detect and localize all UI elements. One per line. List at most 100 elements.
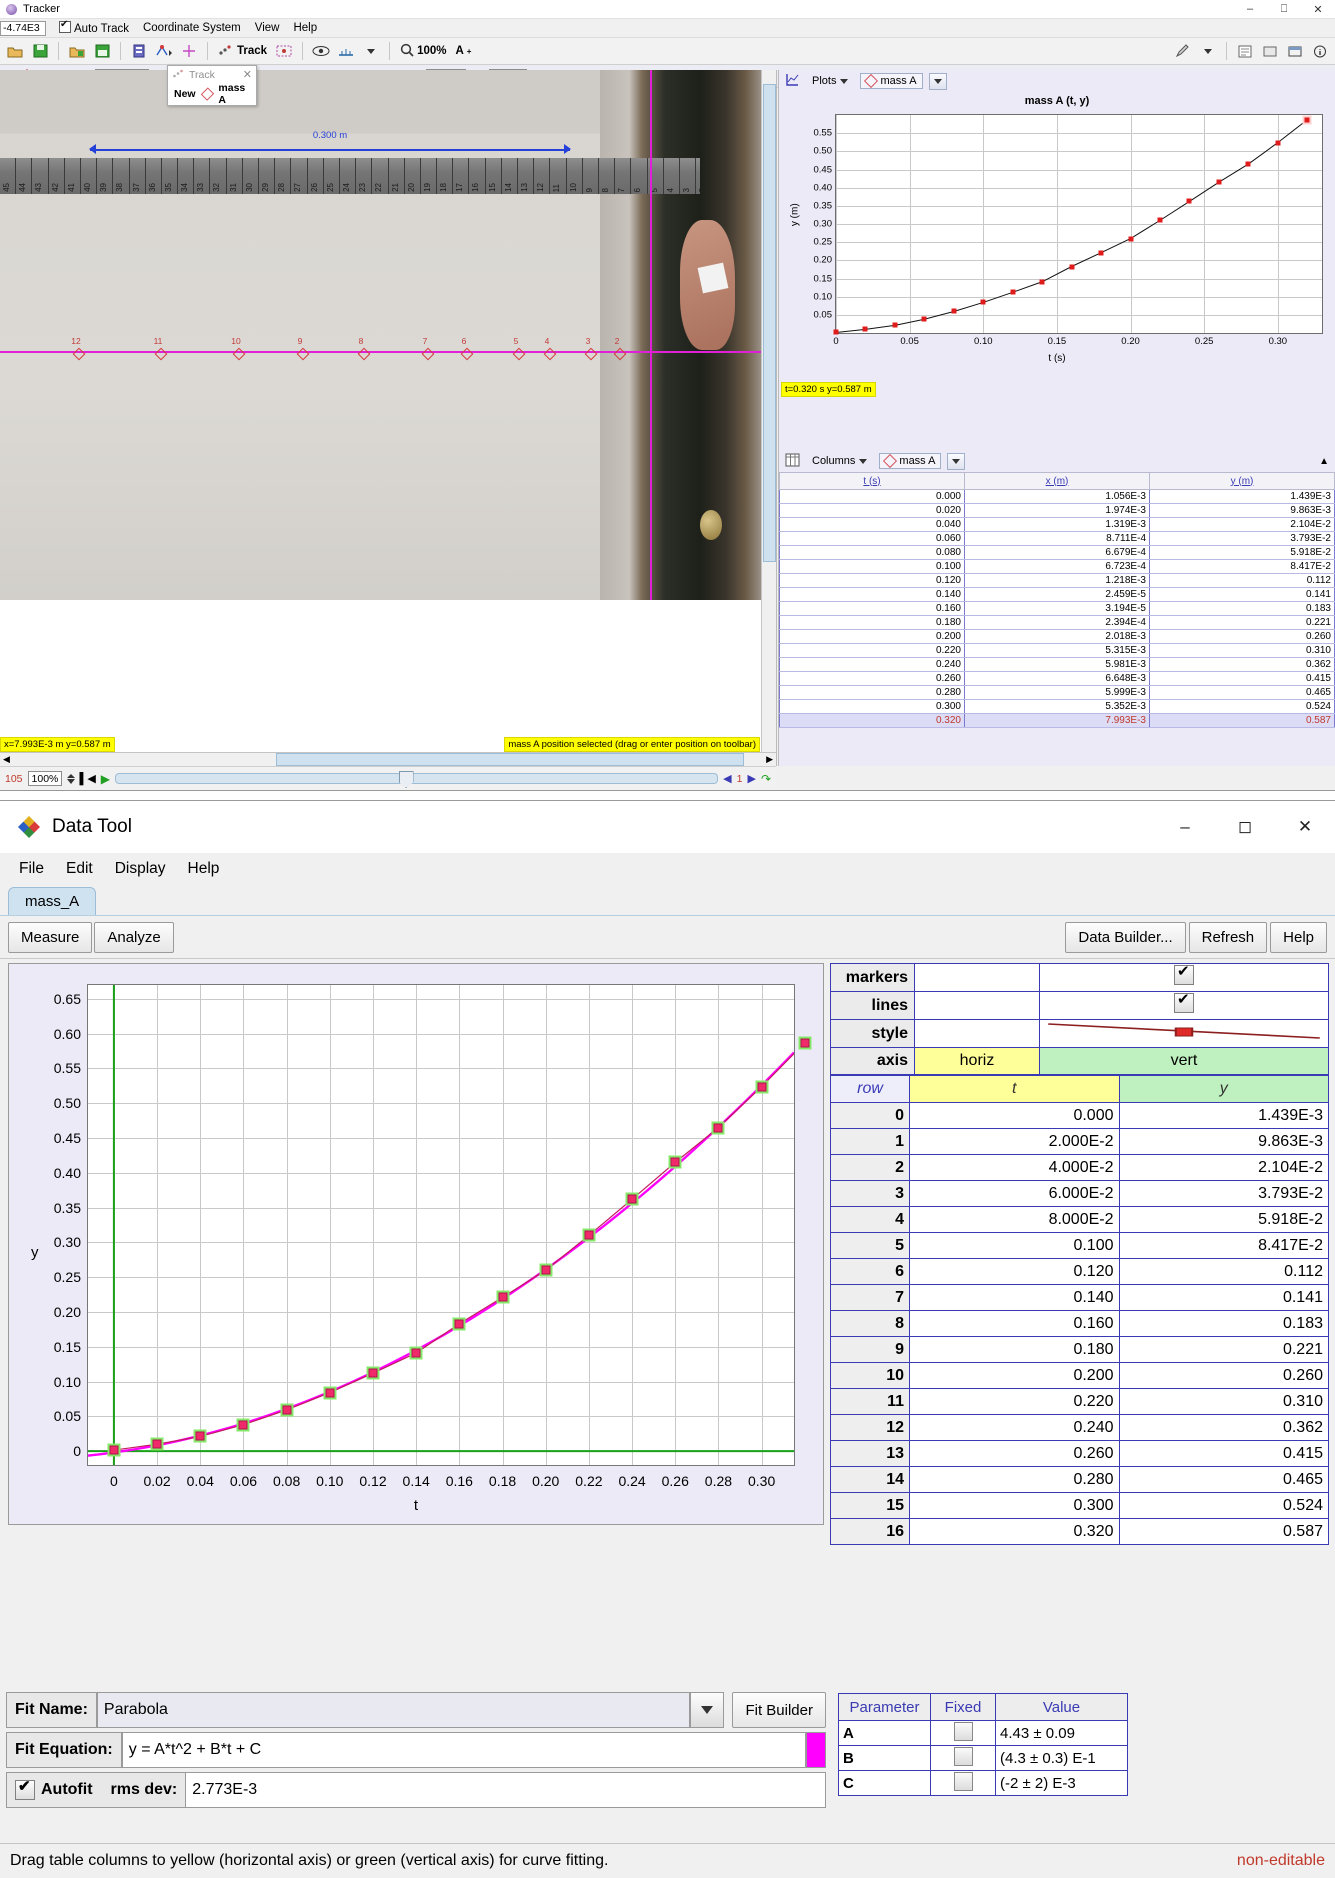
auto-track-checkbox[interactable] — [59, 19, 71, 33]
markers-row[interactable]: markers — [830, 962, 1329, 992]
table-row[interactable]: 0.160 3.194E-5 0.183 — [779, 601, 1335, 616]
table-cell[interactable]: 0.141 — [1149, 587, 1335, 602]
fit-equation-field[interactable]: y = A*t^2 + B*t + C — [121, 1732, 806, 1768]
table-cell[interactable]: 1.319E-3 — [964, 517, 1150, 532]
video-panel[interactable]: 45 44 43 42 41 40 39 38 37 36 35 34 33 32 31 30 29 28 27 26… — [0, 70, 777, 766]
video-horizontal-scrollbar[interactable]: ◀ ▶ — [0, 752, 776, 766]
plot-data-point[interactable] — [921, 316, 927, 322]
table-row[interactable]: 14 0.280 0.465 — [830, 1466, 1329, 1493]
video-track-point[interactable] — [543, 347, 557, 361]
table-cell[interactable]: 6 — [830, 1258, 910, 1285]
table-cell[interactable]: 2.018E-3 — [964, 629, 1150, 644]
table-cell[interactable]: 0.415 — [1149, 671, 1335, 686]
track-popup-mass-a[interactable]: mass A — [218, 82, 250, 106]
save-video-icon[interactable] — [91, 40, 113, 62]
datatool-data-table[interactable]: row t y 0 0.000 1.439E-3 1 2.000E-2 9.863E-3 2 4.0… — [830, 1075, 1329, 1545]
table-cell[interactable]: 0 — [830, 1102, 910, 1129]
coordinate-axis-vertical[interactable] — [650, 70, 652, 600]
axes-icon[interactable] — [178, 40, 200, 62]
fit-plot-axes[interactable]: 0 0.05 0.10 0.15 0.20 0.25 0.30 0.35 0.40 0.45 0.5… — [54, 984, 812, 1489]
refresh-button[interactable]: Refresh — [1188, 921, 1268, 953]
style-preview-cell[interactable] — [1039, 1019, 1329, 1048]
table-cell[interactable]: 9 — [830, 1336, 910, 1363]
tracker-data-table[interactable]: t (s) x (m) y (m) 0.000 1.056E-3 1.439E-3 0.02… — [779, 472, 1335, 728]
datatool-menu-help[interactable]: Help — [179, 857, 229, 881]
table-cell[interactable]: 0.220 — [909, 1388, 1120, 1415]
fit-data-point[interactable] — [584, 1230, 594, 1240]
table-cell[interactable]: 3 — [830, 1180, 910, 1207]
zoom-control[interactable]: 100% — [397, 43, 449, 60]
style-row[interactable]: style — [830, 1019, 1329, 1048]
calibration-icon[interactable] — [153, 40, 175, 62]
table-cell[interactable]: 0.100 — [909, 1232, 1120, 1259]
table-row[interactable]: 0.180 2.394E-4 0.221 — [779, 615, 1335, 630]
table-cell[interactable]: 0.320 — [779, 713, 965, 728]
table-cell[interactable]: 6.723E-4 — [964, 559, 1150, 574]
visibility-icon[interactable] — [310, 40, 332, 62]
parameter-fixed-checkbox[interactable] — [930, 1770, 996, 1796]
table-cell[interactable]: 0.140 — [909, 1284, 1120, 1311]
fit-data-point[interactable] — [325, 1388, 335, 1398]
video-track-point[interactable] — [357, 347, 371, 361]
info-icon[interactable] — [1309, 40, 1331, 62]
table-cell[interactable]: 0.362 — [1149, 657, 1335, 672]
table-cell[interactable]: 0.280 — [909, 1466, 1120, 1493]
table-cell[interactable]: 8.417E-2 — [1149, 559, 1335, 574]
lines-checkbox-cell[interactable] — [1039, 990, 1329, 1020]
axis-row[interactable]: axis horiz vert — [830, 1047, 1329, 1075]
table-cell[interactable]: 2.104E-2 — [1149, 517, 1335, 532]
menu-view[interactable]: View — [248, 21, 287, 35]
measure-button[interactable]: Measure — [8, 921, 93, 953]
table-cell[interactable]: 0.100 — [779, 559, 965, 574]
table-cell[interactable]: 1.439E-3 — [1118, 1102, 1329, 1129]
video-vscroll-thumb[interactable] — [763, 84, 776, 562]
video-vertical-scrollbar[interactable] — [761, 70, 776, 766]
tab-mass-a[interactable]: mass_A — [8, 887, 97, 915]
step-back-icon[interactable]: ◀ — [723, 772, 731, 785]
loop-icon[interactable]: ↷ — [761, 772, 771, 786]
table-cell[interactable]: 0.140 — [779, 587, 965, 602]
fit-color-swatch[interactable] — [806, 1732, 826, 1768]
video-time-slider-knob[interactable] — [398, 771, 414, 788]
fit-data-point[interactable] — [498, 1292, 508, 1302]
table-cell[interactable]: 0.587 — [1118, 1518, 1329, 1545]
parameter-value[interactable]: (-2 ± 2) E-3 — [995, 1770, 1128, 1796]
video-track-point[interactable] — [232, 347, 246, 361]
plot-data-point[interactable] — [1245, 161, 1251, 167]
table-cell[interactable]: 0.000 — [909, 1102, 1120, 1129]
table-cell[interactable]: 11 — [830, 1388, 910, 1415]
table-row[interactable]: 0.320 7.993E-3 0.587 — [779, 713, 1335, 728]
video-track-point[interactable] — [296, 347, 310, 361]
table-row[interactable]: 16 0.320 0.587 — [830, 1518, 1329, 1545]
table-cell[interactable]: 1.439E-3 — [1149, 489, 1335, 504]
table-cell[interactable]: 0.000 — [779, 489, 965, 504]
table-cell[interactable]: 0.183 — [1149, 601, 1335, 616]
table-cell[interactable]: 6.000E-2 — [909, 1180, 1120, 1207]
parameter-row[interactable]: A 4.43 ± 0.09 — [838, 1720, 1128, 1746]
table-row[interactable]: 0.140 2.459E-5 0.141 — [779, 587, 1335, 602]
plot-data-point[interactable] — [1186, 198, 1192, 204]
data-builder-button[interactable]: Data Builder... — [1065, 921, 1186, 953]
video-track-point[interactable] — [460, 347, 474, 361]
table-row[interactable]: 0.280 5.999E-3 0.465 — [779, 685, 1335, 700]
plot-track-dropdown-icon[interactable] — [928, 72, 947, 90]
table-cell[interactable]: 0.465 — [1149, 685, 1335, 700]
menu-coordinate-system[interactable]: Coordinate System — [136, 21, 248, 35]
table-cell[interactable]: 0.280 — [779, 685, 965, 700]
fit-data-point[interactable] — [627, 1194, 637, 1204]
fit-data-point[interactable] — [800, 1038, 810, 1048]
table-row[interactable]: 3 6.000E-2 3.793E-2 — [830, 1180, 1329, 1207]
autotracker-icon[interactable] — [273, 40, 295, 62]
table-cell[interactable]: 2.104E-2 — [1118, 1154, 1329, 1181]
menu-auto-track[interactable]: Auto Track — [52, 19, 136, 36]
rate-down-icon[interactable] — [66, 778, 75, 784]
table-cell[interactable]: 6.679E-4 — [964, 545, 1150, 560]
rewind-icon[interactable]: ▌◀ — [80, 772, 96, 785]
rate-up-icon[interactable] — [66, 773, 75, 778]
table-cell[interactable]: 0.120 — [909, 1258, 1120, 1285]
step-forward-icon[interactable]: ▶ — [747, 772, 755, 785]
table-cell[interactable]: 0.240 — [779, 657, 965, 672]
plot-data-point[interactable] — [1302, 115, 1312, 125]
table-cell[interactable]: 1 — [830, 1128, 910, 1155]
table-cell[interactable]: 0.524 — [1118, 1492, 1329, 1519]
